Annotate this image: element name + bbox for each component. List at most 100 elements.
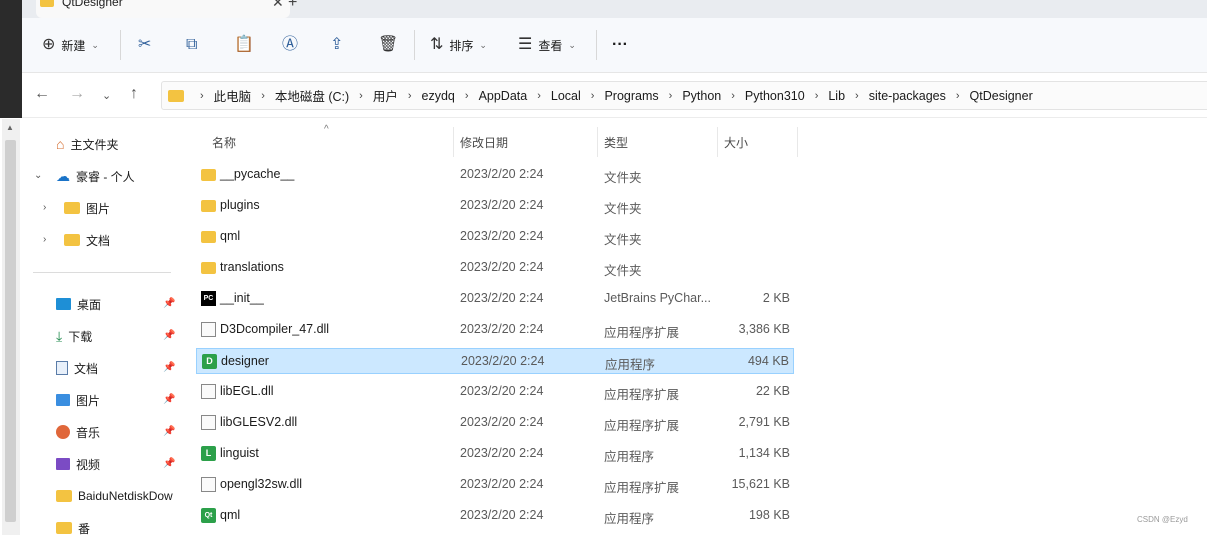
nav-item-onedrive[interactable]: ☁ 豪睿 - 个人 <box>56 164 135 188</box>
file-type: 文件夹 <box>604 202 642 216</box>
chevron-right-icon[interactable]: › <box>200 90 204 102</box>
nav-item-od-documents[interactable]: 文档 <box>64 228 110 252</box>
nav-item-downloads[interactable]: ⤓ 下载 <box>56 324 92 348</box>
column-divider[interactable] <box>717 127 718 157</box>
chevron-right-icon[interactable]: › <box>537 90 541 102</box>
table-row[interactable]: plugins 2023/2/20 2:24 文件夹 <box>196 193 794 219</box>
table-row[interactable]: Llinguist 2023/2/20 2:24 应用程序 1,134 KB <box>196 441 794 467</box>
file-type: 文件夹 <box>604 264 642 278</box>
breadcrumb-item[interactable]: 用户 <box>373 86 398 105</box>
new-button[interactable]: ⊕ 新建 ⌄ <box>42 32 99 58</box>
more-options-button[interactable]: ··· <box>612 32 628 58</box>
nav-item-music[interactable]: 音乐 <box>56 420 100 444</box>
scroll-up-icon[interactable]: ▲ <box>6 123 14 132</box>
chevron-right-icon[interactable]: › <box>669 90 673 102</box>
chevron-right-icon[interactable]: › <box>855 90 859 102</box>
file-size: 15,621 KB <box>731 477 790 491</box>
chevron-right-icon[interactable]: › <box>261 90 265 102</box>
column-divider[interactable] <box>797 127 798 157</box>
table-row[interactable]: opengl32sw.dll 2023/2/20 2:24 应用程序扩展 15,621… <box>196 472 794 498</box>
breadcrumb-item[interactable]: site-packages <box>869 89 946 103</box>
table-row[interactable]: Qt qml 2023/2/20 2:24 应用程序 198 KB <box>196 503 794 529</box>
column-header-date[interactable]: 修改日期 <box>460 127 508 157</box>
rename-button[interactable]: Ⓐ <box>282 32 298 58</box>
nav-item-od-pictures[interactable]: 图片 <box>64 196 110 220</box>
nav-item-pictures[interactable]: 图片 <box>56 388 100 412</box>
paste-button[interactable]: 📋 <box>234 32 254 58</box>
column-divider[interactable] <box>453 127 454 157</box>
breadcrumb-item[interactable]: Lib <box>828 89 845 103</box>
chevron-right-icon[interactable]: › <box>731 90 735 102</box>
chevron-right-icon[interactable]: › <box>43 234 46 245</box>
chevron-right-icon[interactable]: › <box>359 90 363 102</box>
nav-label: 桌面 <box>77 297 102 312</box>
file-type: 应用程序扩展 <box>604 388 680 402</box>
new-tab-button[interactable]: + <box>288 0 297 12</box>
view-button[interactable]: ☰ 查看 ⌄ <box>518 32 576 58</box>
tab-bar: QtDesigner ✕ + <box>22 0 1207 18</box>
breadcrumb-item[interactable]: Python310 <box>745 89 805 103</box>
delete-button[interactable]: 🗑 <box>378 32 398 58</box>
table-row[interactable]: D3Dcompiler_47.dll 2023/2/20 2:24 应用程序扩展 3,… <box>196 317 794 343</box>
breadcrumb-item[interactable]: AppData <box>479 89 528 103</box>
nav-scrollbar-thumb[interactable] <box>5 140 16 522</box>
back-arrow-icon[interactable]: ← <box>34 85 50 103</box>
up-arrow-icon[interactable]: ↑ <box>130 85 138 103</box>
breadcrumb-item[interactable]: Local <box>551 89 581 103</box>
pin-icon[interactable]: 📌 <box>163 330 175 341</box>
folder-icon <box>64 234 80 246</box>
file-name: libGLESV2.dll <box>220 415 298 429</box>
chevron-right-icon[interactable]: › <box>465 90 469 102</box>
file-date: 2023/2/20 2:24 <box>460 384 544 398</box>
file-name: qml <box>220 508 241 522</box>
cut-button[interactable]: ✂ <box>138 32 151 58</box>
pin-icon[interactable]: 📌 <box>163 394 175 405</box>
nav-item-documents[interactable]: 文档 <box>56 356 98 380</box>
column-header-type[interactable]: 类型 <box>604 127 628 157</box>
breadcrumb-item[interactable]: 此电脑 <box>214 86 252 105</box>
column-header-name[interactable]: 名称 <box>212 127 236 157</box>
trash-icon: 🗑 <box>378 36 399 53</box>
share-button[interactable]: ⇪ <box>330 32 343 58</box>
nav-item-videos[interactable]: 视频 <box>56 452 100 476</box>
breadcrumb-item[interactable]: 本地磁盘 (C:) <box>275 86 349 105</box>
pin-icon[interactable]: 📌 <box>163 298 175 309</box>
breadcrumb-item[interactable]: Python <box>682 89 721 103</box>
table-row[interactable]: PC __init__ 2023/2/20 2:24 JetBrains PyChar… <box>196 286 794 312</box>
breadcrumb-item[interactable]: QtDesigner <box>970 89 1033 103</box>
pin-icon[interactable]: 📌 <box>163 426 175 437</box>
nav-item-desktop[interactable]: 桌面 <box>56 292 101 316</box>
column-header-size[interactable]: 大小 <box>724 127 748 157</box>
nav-item-home[interactable]: ⌂ 主文件夹 <box>56 132 118 156</box>
table-row[interactable]: libEGL.dll 2023/2/20 2:24 应用程序扩展 22 KB <box>196 379 794 405</box>
file-size: 2,791 KB <box>738 415 790 429</box>
column-divider[interactable] <box>597 127 598 157</box>
chevron-right-icon[interactable]: › <box>408 90 412 102</box>
nav-item-baidu[interactable]: BaiduNetdiskDow <box>56 484 180 508</box>
forward-arrow-icon[interactable]: → <box>69 85 85 103</box>
breadcrumb[interactable]: › 此电脑 › 本地磁盘 (C:) › 用户 › ezydq › AppData › Local › Pr… <box>161 81 1207 110</box>
breadcrumb-item[interactable]: Programs <box>604 89 658 103</box>
copy-button[interactable]: ⧉ <box>186 32 197 58</box>
close-icon[interactable]: ✕ <box>272 0 284 11</box>
nav-item-partial[interactable]: 番 <box>56 516 90 540</box>
chevron-right-icon[interactable]: › <box>43 202 46 213</box>
table-row[interactable]: Ddesigner 2023/2/20 2:24 应用程序 494 KB <box>196 348 794 374</box>
breadcrumb-item[interactable]: ezydq <box>422 89 455 103</box>
table-row[interactable]: qml 2023/2/20 2:24 文件夹 <box>196 224 794 250</box>
pin-icon[interactable]: 📌 <box>163 362 175 373</box>
table-row[interactable]: __pycache__ 2023/2/20 2:24 文件夹 <box>196 162 794 188</box>
table-row[interactable]: libGLESV2.dll 2023/2/20 2:24 应用程序扩展 2,791 K… <box>196 410 794 436</box>
sort-button[interactable]: ⇅ 排序 ⌄ <box>430 32 487 58</box>
chevron-right-icon[interactable]: › <box>956 90 960 102</box>
rename-icon: Ⓐ <box>282 36 299 53</box>
file-type: 应用程序扩展 <box>604 481 680 495</box>
pin-icon[interactable]: 📌 <box>163 458 175 469</box>
tab-qtdesigner[interactable]: QtDesigner ✕ <box>36 0 290 18</box>
chevron-down-icon[interactable]: ⌄ <box>34 170 42 181</box>
chevron-right-icon[interactable]: › <box>591 90 595 102</box>
folder-icon <box>201 169 216 181</box>
table-row[interactable]: translations 2023/2/20 2:24 文件夹 <box>196 255 794 281</box>
recent-chevron-icon[interactable]: ⌄ <box>102 89 111 102</box>
chevron-right-icon[interactable]: › <box>815 90 819 102</box>
